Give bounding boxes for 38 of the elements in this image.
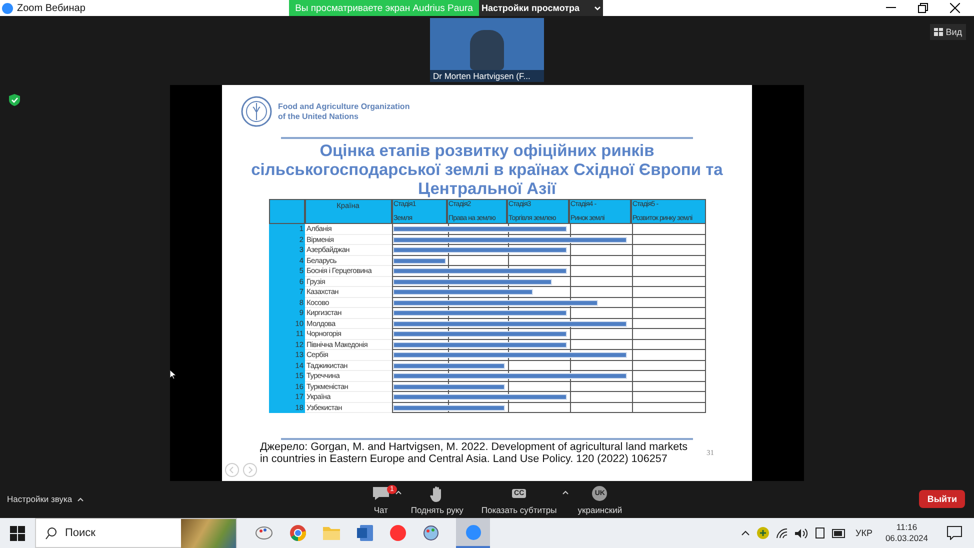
search-icon bbox=[45, 526, 57, 540]
view-options-button[interactable]: Настройки просмотра bbox=[479, 0, 603, 16]
caret-icon bbox=[77, 496, 84, 502]
minimize-icon[interactable] bbox=[886, 7, 896, 9]
device-icon[interactable] bbox=[815, 527, 826, 539]
document-icon[interactable] bbox=[357, 525, 373, 541]
caret-icon bbox=[594, 6, 601, 10]
keyboard-language[interactable]: УКР bbox=[855, 528, 872, 538]
wifi-icon[interactable] bbox=[776, 528, 788, 538]
notifications-icon[interactable] bbox=[947, 526, 962, 540]
status-icon[interactable] bbox=[757, 527, 770, 539]
clock-date[interactable]: 06.03.2024 bbox=[885, 533, 928, 544]
toolbar-button[interactable]: Поднять руку bbox=[402, 484, 472, 515]
participant-name: Dr Morten Hartvigsen (F... bbox=[430, 70, 544, 82]
fao-emblem-icon bbox=[241, 96, 272, 127]
organization-name: Food and Agriculture Organization bbox=[278, 102, 410, 112]
source-note: Джерело: Gorgan, M. and Hartvigsen, M. 2022. Development of agricultural land markets in countries in Eastern Europe and Central Asia. Land Use Policy. 120 (2022) 106257 bbox=[260, 442, 688, 465]
window-title: Zoom Вебинар bbox=[17, 2, 86, 14]
speaker-icon[interactable] bbox=[795, 528, 808, 538]
caret-icon[interactable] bbox=[741, 530, 750, 536]
sharing-banner: Вы просматриваете экран Audrius Paura bbox=[289, 0, 479, 16]
restore-icon[interactable] bbox=[918, 3, 928, 13]
photo-placeholder bbox=[470, 30, 504, 70]
windows-logo-icon[interactable] bbox=[10, 526, 25, 540]
close-icon[interactable] bbox=[950, 3, 960, 13]
landscape-drawing bbox=[181, 519, 236, 548]
leave-button[interactable]: Выйти bbox=[919, 490, 965, 508]
slide-title: Оцінка етапів розвитку офіційних ринків сільськогосподарської землі в країнах Східної Європи та Центральної Азії bbox=[250, 142, 724, 199]
shield-icon bbox=[9, 94, 20, 106]
search-field[interactable]: Поиск bbox=[35, 518, 237, 548]
organization-name: of the United Nations bbox=[278, 112, 360, 122]
chat-icon bbox=[372, 486, 390, 501]
audio-settings-button[interactable]: Настройки звука bbox=[7, 494, 84, 504]
battery-icon[interactable] bbox=[832, 528, 846, 538]
browser-icon[interactable] bbox=[290, 525, 306, 541]
grid-icon bbox=[934, 28, 943, 36]
clock-time[interactable]: 11:16 bbox=[896, 522, 918, 533]
view-button[interactable]: Вид bbox=[930, 24, 966, 40]
